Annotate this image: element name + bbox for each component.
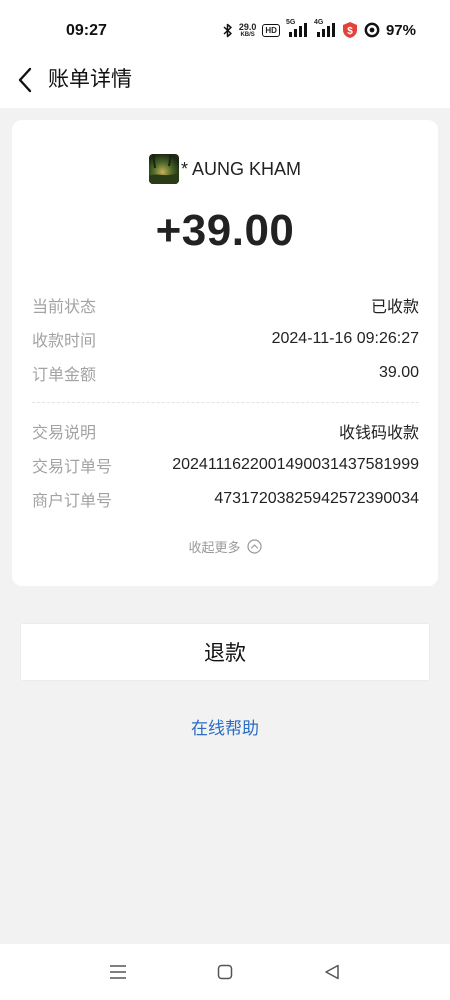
signal-4g-icon: 4G [313, 19, 336, 38]
hd-icon: HD [262, 23, 280, 37]
detail-row-status: 当前状态 已收款 [32, 293, 419, 317]
svg-text:$: $ [347, 26, 353, 37]
back-icon [325, 964, 339, 980]
detail-label: 订单金额 [32, 365, 97, 384]
signal-4g-label: 4G [313, 19, 324, 26]
refund-button[interactable]: 退款 [20, 623, 430, 681]
chevron-up-circle-icon [246, 539, 262, 554]
detail-label: 交易订单号 [32, 457, 113, 476]
menu-icon [110, 965, 126, 979]
merchant-name: * AUNG KHAM [180, 158, 302, 179]
status-bar: 09:27 29.0 KB/S HD 5G 4G $ 97% [0, 0, 450, 58]
detail-row-merchant-order-id: 商户订单号 47317203825942572390034 [32, 487, 419, 511]
system-nav-bar [0, 944, 450, 1000]
back-nav-button[interactable] [320, 960, 344, 984]
bill-card: * AUNG KHAM +39.00 当前状态 已收款 收款时间 2024-11… [12, 120, 438, 586]
detail-label: 商户订单号 [32, 491, 113, 510]
shield-icon: $ [342, 21, 358, 39]
detail-label: 收款时间 [32, 331, 97, 350]
status-time: 09:27 [66, 22, 107, 39]
home-button[interactable] [213, 960, 237, 984]
status-icons: 29.0 KB/S HD 5G 4G $ 97% [223, 19, 416, 40]
title-bar: 账单详情 [0, 58, 450, 108]
detail-value: 39.00 [378, 364, 419, 381]
merchant-info: * AUNG KHAM [12, 154, 438, 184]
signal-5g-icon: 5G [285, 19, 308, 38]
battery-level: 97% [385, 21, 416, 39]
collapse-more-label: 收起更多 [188, 541, 241, 556]
amount: +39.00 [155, 206, 295, 255]
merchant-avatar [148, 154, 179, 184]
menu-button[interactable] [106, 960, 130, 984]
home-icon [217, 964, 233, 980]
bluetooth-icon [223, 23, 233, 38]
net-speed-unit: KB/S [240, 31, 255, 38]
detail-value[interactable]: 2024111622001490031437581999 [172, 456, 419, 474]
divider [32, 402, 419, 403]
online-help-link[interactable]: 在线帮助 [0, 714, 450, 739]
data-saver-icon [364, 22, 380, 38]
net-speed-value: 29.0 [238, 21, 257, 32]
detail-row-transaction-id: 交易订单号 2024111622001490031437581999 [32, 453, 419, 477]
signal-5g-label: 5G [285, 19, 296, 26]
chevron-left-icon [18, 67, 32, 93]
detail-row-description: 交易说明 收钱码收款 [32, 419, 419, 443]
refund-label: 退款 [204, 641, 246, 665]
collapse-more-button[interactable]: 收起更多 [12, 537, 438, 556]
net-speed: 29.0 KB/S [238, 21, 257, 38]
detail-value[interactable]: 47317203825942572390034 [214, 490, 419, 508]
detail-row-amount: 订单金额 39.00 [32, 361, 419, 385]
back-button[interactable] [12, 64, 38, 96]
detail-label: 当前状态 [32, 297, 97, 316]
page-title: 账单详情 [48, 67, 132, 91]
detail-value: 收钱码收款 [338, 423, 419, 442]
detail-value: 2024-11-16 09:26:27 [271, 330, 419, 347]
detail-value: 已收款 [370, 297, 419, 316]
detail-label: 交易说明 [32, 423, 97, 442]
detail-row-time: 收款时间 2024-11-16 09:26:27 [32, 327, 419, 351]
